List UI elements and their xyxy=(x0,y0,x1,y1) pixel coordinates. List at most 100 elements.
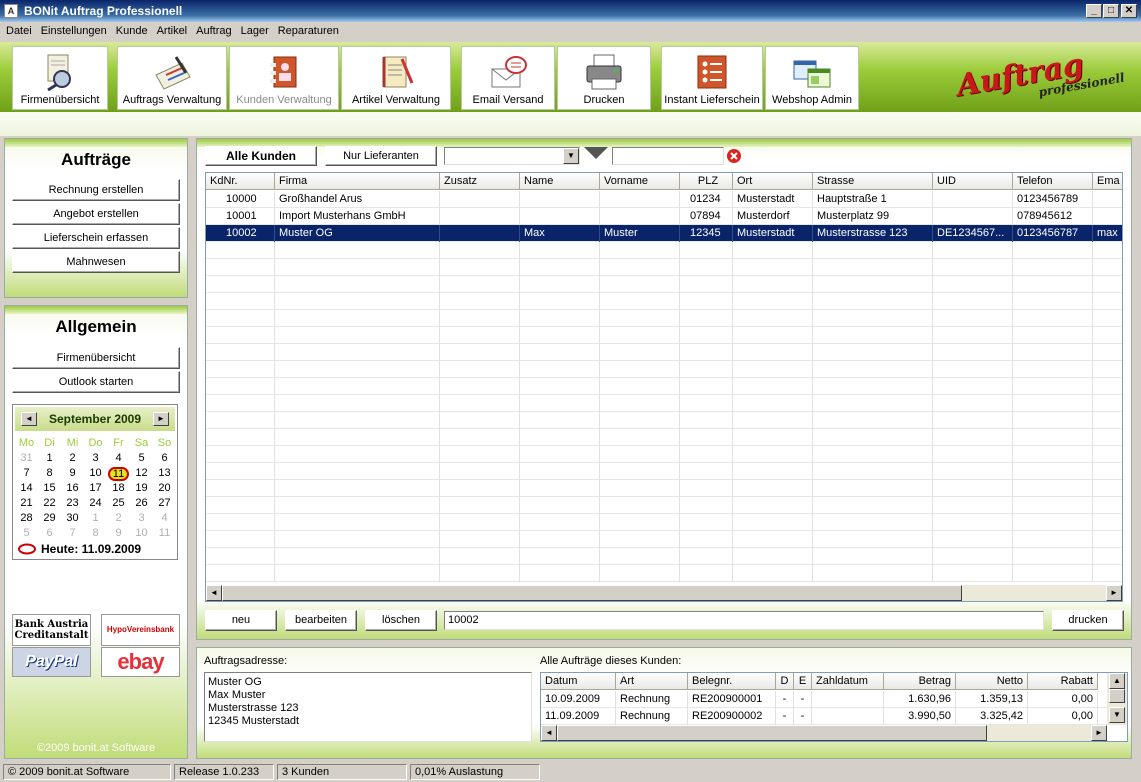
table-row[interactable] xyxy=(206,344,1122,361)
calendar-day[interactable]: 28 xyxy=(15,512,38,524)
search-input[interactable] xyxy=(612,147,724,165)
table-row[interactable] xyxy=(206,548,1122,565)
table-row[interactable] xyxy=(206,429,1122,446)
scroll-thumb[interactable] xyxy=(1109,689,1125,703)
table-row[interactable] xyxy=(206,497,1122,514)
calendar-day[interactable]: 14 xyxy=(15,482,38,494)
orders-row[interactable]: 10.09.2009 Rechnung RE200900001- -1.630,96 1… xyxy=(541,691,1107,708)
column-header[interactable]: Telefon xyxy=(1013,173,1093,190)
table-row[interactable] xyxy=(206,446,1122,463)
calendar-day[interactable]: 8 xyxy=(84,527,107,539)
orders-column-header[interactable]: Rabatt xyxy=(1028,673,1098,690)
toolbar-artikel-verwaltung-button[interactable]: Artikel Verwaltung xyxy=(341,46,451,110)
lieferschein-erfassen-button[interactable]: Lieferschein erfassen xyxy=(12,227,180,249)
current-kdnr-field[interactable]: 10002 xyxy=(444,611,1044,630)
clear-search-icon[interactable] xyxy=(726,148,742,164)
ebay-logo[interactable]: ebay xyxy=(101,647,180,677)
scroll-right-icon[interactable]: ► xyxy=(1106,585,1122,601)
bank-austria-logo[interactable]: Bank Austria Creditanstalt xyxy=(12,614,91,646)
calendar-day[interactable]: 3 xyxy=(84,452,107,464)
firmenuebersicht-button[interactable]: Firmenübersicht xyxy=(12,347,180,369)
calendar-day[interactable]: 7 xyxy=(15,467,38,479)
calendar-day[interactable]: 6 xyxy=(153,452,176,464)
calendar-day[interactable]: 19 xyxy=(130,482,153,494)
menu-artikel[interactable]: Artikel xyxy=(151,22,191,37)
rechnung-erstellen-button[interactable]: Rechnung erstellen xyxy=(12,179,180,201)
calendar-day[interactable]: 13 xyxy=(153,467,176,479)
menu-datei[interactable]: Datei xyxy=(0,22,35,37)
column-header[interactable]: Ort xyxy=(733,173,813,190)
table-row[interactable] xyxy=(206,565,1122,582)
horizontal-scrollbar[interactable]: ◄ ► xyxy=(206,585,1122,601)
table-row[interactable] xyxy=(206,310,1122,327)
dropdown-arrow-icon[interactable]: ▼ xyxy=(563,148,579,164)
calendar-day[interactable]: 11 xyxy=(153,527,176,539)
calendar-day[interactable]: 25 xyxy=(107,497,130,509)
table-row[interactable] xyxy=(206,463,1122,480)
scroll-left-icon[interactable]: ◄ xyxy=(541,725,557,741)
mahnwesen-button[interactable]: Mahnwesen xyxy=(12,251,180,273)
calendar-day[interactable]: 12 xyxy=(130,467,153,479)
column-header[interactable]: Name xyxy=(520,173,600,190)
calendar-day[interactable]: 1 xyxy=(38,452,61,464)
calendar-day[interactable]: 26 xyxy=(130,497,153,509)
table-row[interactable] xyxy=(206,514,1122,531)
calendar-day[interactable]: 10 xyxy=(130,527,153,539)
table-row[interactable] xyxy=(206,378,1122,395)
calendar-day[interactable]: 4 xyxy=(153,512,176,524)
calendar-day[interactable]: 5 xyxy=(130,452,153,464)
orders-column-header[interactable]: Art xyxy=(616,673,688,690)
table-row[interactable] xyxy=(206,327,1122,344)
auftragsadresse-textbox[interactable]: Muster OG Max Muster Musterstrasse 123 1… xyxy=(204,672,532,742)
column-header[interactable]: Strasse xyxy=(813,173,933,190)
calendar-next-button[interactable]: ► xyxy=(153,412,169,426)
menu-auftrag[interactable]: Auftrag xyxy=(190,22,234,37)
table-row[interactable] xyxy=(206,361,1122,378)
menu-einstellungen[interactable]: Einstellungen xyxy=(35,22,110,37)
table-row[interactable] xyxy=(206,531,1122,548)
orders-column-header[interactable]: Betrag xyxy=(884,673,956,690)
filter-dropdown[interactable] xyxy=(444,147,580,165)
orders-column-header[interactable]: Netto xyxy=(956,673,1028,690)
calendar-day[interactable]: 6 xyxy=(38,527,61,539)
table-row[interactable] xyxy=(206,259,1122,276)
column-header[interactable]: UID xyxy=(933,173,1013,190)
column-header[interactable]: PLZ xyxy=(680,173,733,190)
column-header[interactable]: Firma xyxy=(275,173,440,190)
calendar-day[interactable]: 9 xyxy=(61,467,84,479)
calendar-day[interactable]: 16 xyxy=(61,482,84,494)
calendar-day[interactable]: 27 xyxy=(153,497,176,509)
calendar-day[interactable]: 2 xyxy=(61,452,84,464)
minimize-button[interactable]: _ xyxy=(1086,4,1102,18)
table-row[interactable] xyxy=(206,276,1122,293)
calendar-day[interactable]: 3 xyxy=(130,512,153,524)
orders-row[interactable]: 11.09.2009 Rechnung RE200900002- -3.990,50 3… xyxy=(541,708,1107,725)
calendar-day[interactable]: 5 xyxy=(15,527,38,539)
calendar-day[interactable]: 8 xyxy=(38,467,61,479)
scroll-right-icon[interactable]: ► xyxy=(1091,725,1107,741)
toolbar-drucken-button[interactable]: Drucken xyxy=(557,46,651,110)
table-row[interactable] xyxy=(206,480,1122,497)
kunden-table[interactable]: KdNr. Firma Zusatz Name Vorname PLZ Ort Strasse… xyxy=(205,172,1123,602)
toolbar-firmenuebersicht-button[interactable]: Firmenübersicht xyxy=(12,46,108,110)
calendar-day[interactable]: 2 xyxy=(107,512,130,524)
scroll-up-icon[interactable]: ▲ xyxy=(1109,673,1125,689)
calendar-day[interactable]: 23 xyxy=(61,497,84,509)
angebot-erstellen-button[interactable]: Angebot erstellen xyxy=(12,203,180,225)
orders-column-header[interactable]: Datum xyxy=(541,673,616,690)
orders-column-header[interactable]: Belegnr. xyxy=(688,673,776,690)
table-row[interactable] xyxy=(206,412,1122,429)
orders-vertical-scrollbar[interactable]: ▲ ▼ xyxy=(1107,673,1127,725)
calendar-day[interactable]: 18 xyxy=(107,482,130,494)
table-row[interactable]: 10002 Muster OG Max Muster 12345 Musterstadt M… xyxy=(206,225,1122,242)
orders-horizontal-scrollbar[interactable]: ◄ ► xyxy=(541,725,1107,741)
scroll-thumb[interactable] xyxy=(557,725,987,741)
bearbeiten-button[interactable]: bearbeiten xyxy=(285,610,357,631)
outlook-starten-button[interactable]: Outlook starten xyxy=(12,371,180,393)
table-row[interactable] xyxy=(206,293,1122,310)
calendar-day[interactable]: 24 xyxy=(84,497,107,509)
menu-reparaturen[interactable]: Reparaturen xyxy=(272,22,342,37)
orders-column-header[interactable]: D xyxy=(776,673,794,690)
close-button[interactable]: ✕ xyxy=(1121,4,1137,18)
table-row[interactable] xyxy=(206,242,1122,259)
